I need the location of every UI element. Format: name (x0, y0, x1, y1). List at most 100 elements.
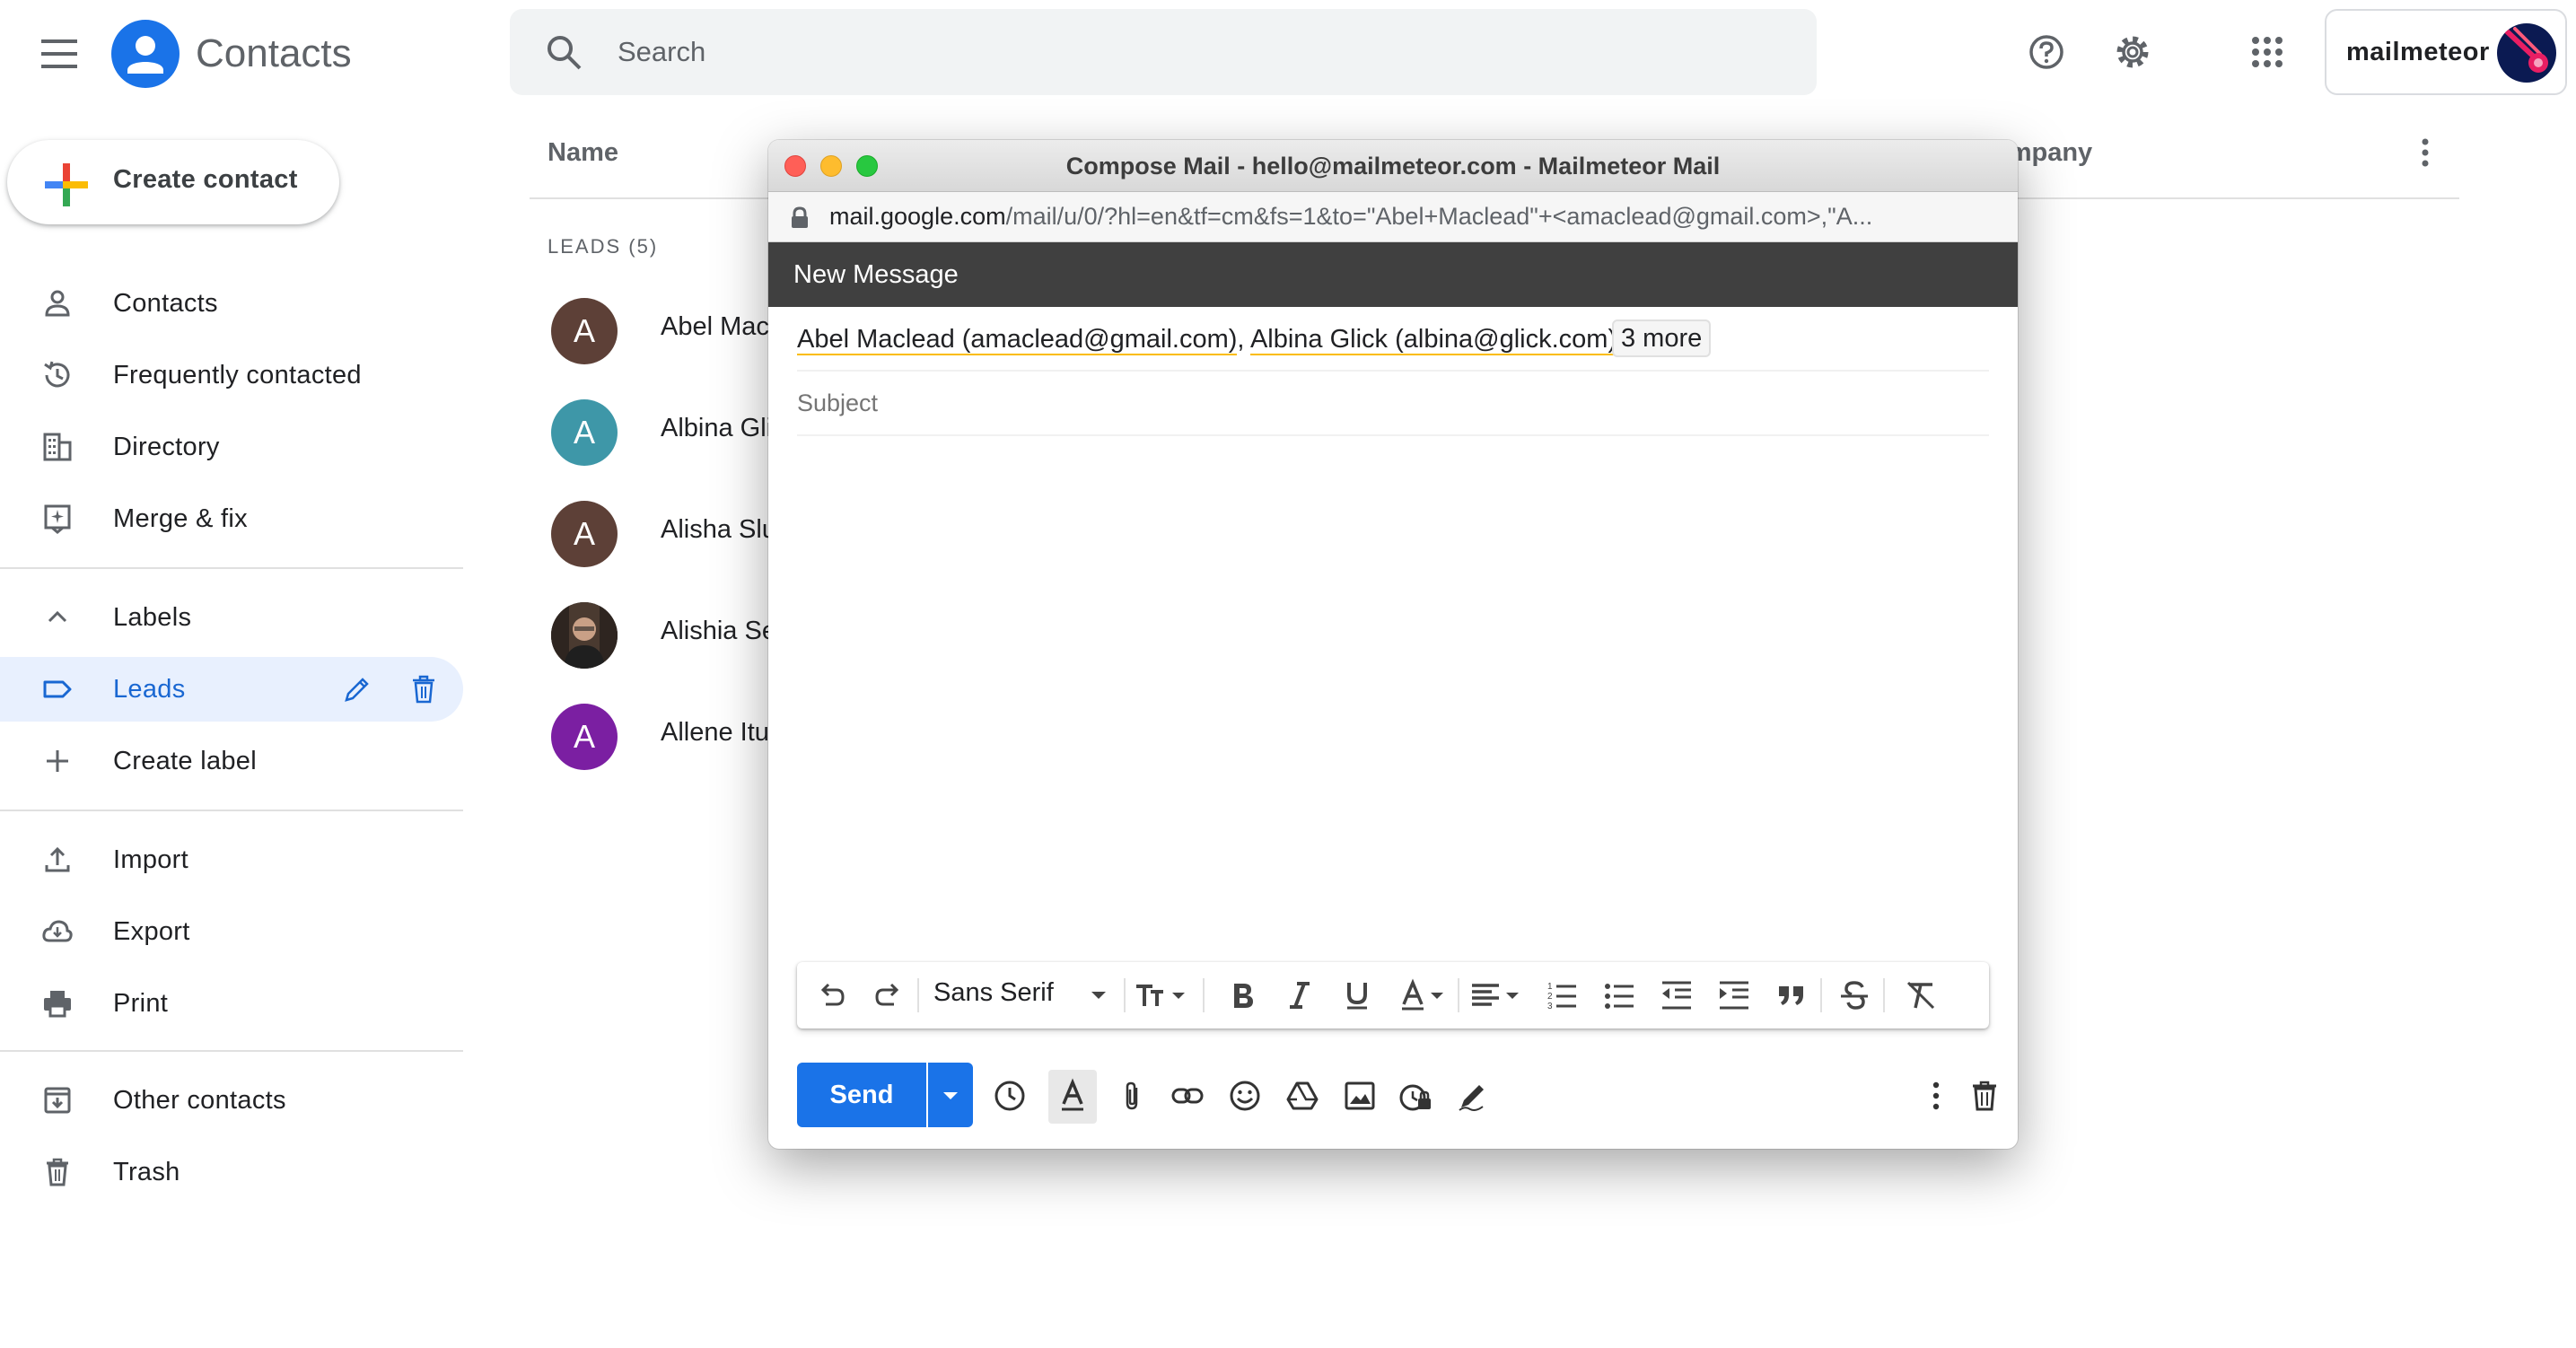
group-header-leads: LEADS (5) (548, 235, 659, 258)
create-contact-label: Create contact (113, 165, 298, 194)
main-menu-icon[interactable] (36, 34, 83, 74)
font-dropdown-caret-icon[interactable] (1081, 977, 1117, 1013)
cloud-download-icon (41, 915, 74, 948)
settings-gear-icon[interactable] (2113, 32, 2152, 72)
window-title: Compose Mail - hello@mailmeteor.com - Ma… (1065, 153, 1721, 179)
google-drive-icon[interactable] (1285, 1079, 1319, 1113)
subject-input[interactable] (797, 372, 1989, 434)
apps-grid-icon[interactable] (2247, 32, 2287, 72)
toolbar-divider (1203, 978, 1205, 1012)
labels-heading: Labels (113, 603, 192, 632)
nav-export-label: Export (113, 917, 190, 946)
create-label-button[interactable]: Create label (0, 729, 463, 793)
toolbar-divider (1883, 978, 1885, 1012)
mailmeteor-logo-icon (2497, 23, 2556, 83)
nav-print[interactable]: Print (0, 971, 463, 1036)
delete-label-trash-icon[interactable] (407, 673, 440, 705)
font-family-select[interactable]: Sans Serif (933, 978, 1054, 1008)
avatar: A (551, 501, 618, 567)
recipient-chip[interactable]: Albina Glick (albina@glick.com) (1249, 325, 1617, 355)
person-icon (41, 287, 74, 319)
nav-other-contacts-label: Other contacts (113, 1086, 286, 1115)
contact-name: Allene Itu (661, 718, 769, 747)
column-header-name[interactable]: Name (548, 138, 618, 168)
italic-icon[interactable] (1282, 977, 1318, 1013)
discard-draft-trash-icon[interactable] (1967, 1079, 2002, 1113)
bold-icon[interactable] (1224, 977, 1260, 1013)
align-icon[interactable] (1467, 977, 1524, 1013)
font-size-icon[interactable] (1131, 977, 1194, 1013)
create-contact-button[interactable]: Create contact (7, 140, 339, 224)
undo-icon[interactable] (813, 977, 849, 1013)
nav-trash[interactable]: Trash (0, 1140, 463, 1204)
nav-import[interactable]: Import (0, 827, 463, 892)
search-bar[interactable] (510, 9, 1817, 95)
more-options-icon[interactable] (2414, 135, 2436, 171)
contact-name: Alisha Slu (661, 515, 776, 544)
sidebar-divider (0, 567, 463, 569)
quote-icon[interactable] (1774, 977, 1809, 1013)
redo-icon[interactable] (871, 977, 907, 1013)
recipient-separator: , (1237, 325, 1250, 354)
lock-icon (790, 206, 810, 230)
nav-contacts[interactable]: Contacts (0, 271, 463, 336)
numbered-list-icon[interactable]: 123 (1544, 977, 1580, 1013)
help-icon[interactable] (2027, 32, 2066, 72)
history-icon (41, 359, 74, 391)
indent-less-icon[interactable] (1659, 977, 1695, 1013)
avatar: A (551, 298, 618, 364)
account-switcher[interactable]: mailmeteor (2325, 9, 2567, 95)
schedule-clock-icon[interactable] (993, 1079, 1027, 1113)
attach-paperclip-icon[interactable] (1115, 1079, 1149, 1113)
recipient-chip[interactable]: Abel Maclead (amaclead@gmail.com) (797, 325, 1238, 355)
sidebar-divider (0, 810, 463, 811)
indent-more-icon[interactable] (1716, 977, 1752, 1013)
nav-merge-fix-label: Merge & fix (113, 504, 248, 533)
insert-emoji-icon[interactable] (1228, 1079, 1262, 1113)
more-recipients-chip[interactable]: 3 more (1612, 319, 1712, 357)
formatting-options-icon[interactable] (1048, 1070, 1097, 1124)
recipients-text: Abel Maclead (amaclead@gmail.com), Albin… (797, 325, 1617, 355)
window-titlebar[interactable]: Compose Mail - hello@mailmeteor.com - Ma… (768, 140, 2018, 192)
nav-merge-fix[interactable]: Merge & fix (0, 486, 463, 551)
subject-field[interactable] (797, 372, 1989, 436)
search-input[interactable] (618, 9, 1784, 95)
url-host: mail.google.com (829, 203, 1006, 230)
nav-export[interactable]: Export (0, 899, 463, 964)
labels-toggle[interactable]: Labels (0, 585, 463, 650)
send-options-dropdown[interactable] (928, 1063, 973, 1127)
nav-frequently-contacted-label: Frequently contacted (113, 361, 362, 390)
nav-directory-label: Directory (113, 433, 220, 461)
plus-icon (41, 745, 74, 777)
nav-directory[interactable]: Directory (0, 415, 463, 479)
remove-formatting-icon[interactable] (1903, 977, 1939, 1013)
underline-icon[interactable] (1339, 977, 1375, 1013)
nav-other-contacts[interactable]: Other contacts (0, 1068, 463, 1133)
sidebar-label-leads-text: Leads (113, 675, 186, 704)
recipients-field[interactable]: Abel Maclead (amaclead@gmail.com), Albin… (797, 307, 1989, 372)
avatar-photo (551, 602, 618, 669)
avatar: A (551, 399, 618, 466)
font-family-value: Sans Serif (933, 978, 1054, 1007)
confidential-mode-icon[interactable] (1398, 1079, 1433, 1113)
bulleted-list-icon[interactable] (1601, 977, 1637, 1013)
search-icon[interactable] (542, 31, 585, 74)
send-button[interactable]: Send (797, 1063, 926, 1127)
toolbar-divider (1820, 978, 1822, 1012)
edit-label-pencil-icon[interactable] (341, 673, 373, 705)
insert-link-icon[interactable] (1170, 1079, 1205, 1113)
nav-frequently-contacted[interactable]: Frequently contacted (0, 343, 463, 407)
more-options-icon[interactable] (1919, 1079, 1953, 1113)
compose-mail-window: Compose Mail - hello@mailmeteor.com - Ma… (768, 140, 2018, 1149)
contacts-logo-icon (111, 20, 180, 88)
svg-text:3: 3 (1547, 1002, 1553, 1011)
url-bar[interactable]: mail.google.com/mail/u/0/?hl=en&tf=cm&fs… (768, 192, 2018, 242)
insert-photo-icon[interactable] (1343, 1079, 1377, 1113)
svg-text:2: 2 (1547, 992, 1553, 1002)
text-color-icon[interactable] (1397, 977, 1450, 1013)
sidebar-label-leads[interactable]: Leads (0, 657, 463, 722)
signature-pen-icon[interactable] (1456, 1079, 1490, 1113)
contact-name: Alishia Se (661, 617, 776, 645)
strikethrough-icon[interactable] (1836, 977, 1872, 1013)
merge-icon (41, 503, 74, 535)
